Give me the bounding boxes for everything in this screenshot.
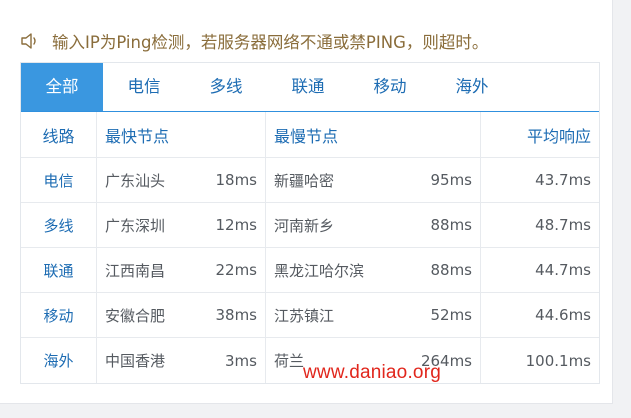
- slowest-node: 荷兰: [274, 352, 305, 370]
- table-row: 移动 安徽合肥 38ms 江苏镇江 52ms 44.6ms: [21, 293, 599, 338]
- fastest-cell: 中国香港 3ms: [96, 338, 265, 383]
- average-cell: 48.7ms: [480, 203, 599, 247]
- header-fastest: 最快节点: [96, 112, 265, 157]
- slowest-ms: 52ms: [430, 306, 472, 324]
- average-ms: 44.7ms: [535, 261, 591, 279]
- watermark: www.daniao.org: [303, 362, 441, 383]
- slowest-cell: 新疆哈密 95ms: [265, 158, 480, 202]
- slowest-cell: 江苏镇江 52ms: [265, 293, 480, 337]
- line-label: 联通: [43, 261, 74, 280]
- speaker-icon: [20, 32, 40, 50]
- average-ms: 43.7ms: [535, 171, 591, 189]
- average-ms: 44.6ms: [535, 306, 591, 324]
- ping-summary-box: 全部 电信 多线 联通 移动 海外 线路 最快节点 最慢节点 平均响应 电信 广…: [20, 62, 600, 384]
- average-cell: 43.7ms: [480, 158, 599, 202]
- fastest-ms: 18ms: [215, 171, 257, 189]
- header-average: 平均响应: [480, 112, 599, 157]
- average-cell: 44.7ms: [480, 248, 599, 292]
- fastest-node: 江西南昌: [105, 261, 166, 280]
- notice-bar: 输入IP为Ping检测，若服务器网络不通或禁PING，则超时。: [20, 28, 488, 54]
- line-label: 移动: [43, 306, 74, 325]
- line-label: 多线: [43, 216, 74, 235]
- average-ms: 48.7ms: [535, 216, 591, 234]
- slowest-node: 黑龙江哈尔滨: [274, 261, 365, 280]
- slowest-ms: 88ms: [430, 216, 472, 234]
- line-label: 海外: [43, 352, 74, 370]
- fastest-ms: 3ms: [225, 351, 257, 370]
- fastest-node: 广东深圳: [105, 216, 166, 235]
- slowest-ms: 88ms: [430, 261, 472, 279]
- ping-result-panel: 输入IP为Ping检测，若服务器网络不通或禁PING，则超时。 全部 电信 多线…: [0, 0, 613, 404]
- table-header-row: 线路 最快节点 最慢节点 平均响应: [21, 112, 599, 158]
- table-row: 多线 广东深圳 12ms 河南新乡 88ms 48.7ms: [21, 203, 599, 248]
- line-tabs: 全部 电信 多线 联通 移动 海外: [21, 63, 599, 112]
- fastest-node: 安徽合肥: [105, 306, 166, 325]
- tab-overseas[interactable]: 海外: [431, 63, 513, 111]
- table-row: 联通 江西南昌 22ms 黑龙江哈尔滨 88ms 44.7ms: [21, 248, 599, 293]
- fastest-node: 中国香港: [105, 352, 166, 370]
- header-line: 线路: [42, 126, 75, 146]
- slowest-cell: 黑龙江哈尔滨 88ms: [265, 248, 480, 292]
- tab-unicom[interactable]: 联通: [267, 63, 349, 111]
- table-row: 电信 广东汕头 18ms 新疆哈密 95ms 43.7ms: [21, 158, 599, 203]
- slowest-ms: 95ms: [430, 171, 472, 189]
- ping-summary-table: 线路 最快节点 最慢节点 平均响应 电信 广东汕头 18ms 新疆哈密 95ms…: [21, 112, 599, 383]
- fastest-cell: 江西南昌 22ms: [96, 248, 265, 292]
- fastest-ms: 38ms: [215, 306, 257, 324]
- fastest-node: 广东汕头: [105, 171, 166, 190]
- tab-multiline[interactable]: 多线: [185, 63, 267, 111]
- fastest-cell: 广东深圳 12ms: [96, 203, 265, 247]
- line-label: 电信: [43, 171, 74, 190]
- tab-telecom[interactable]: 电信: [103, 63, 185, 111]
- tab-mobile[interactable]: 移动: [349, 63, 431, 111]
- average-cell: 100.1ms: [480, 338, 599, 383]
- tab-all[interactable]: 全部: [21, 63, 103, 111]
- fastest-cell: 安徽合肥 38ms: [96, 293, 265, 337]
- header-slowest: 最慢节点: [265, 112, 480, 157]
- slowest-node: 新疆哈密: [274, 171, 335, 190]
- notice-text: 输入IP为Ping检测，若服务器网络不通或禁PING，则超时。: [52, 33, 489, 52]
- slowest-node: 江苏镇江: [274, 306, 335, 325]
- fastest-ms: 12ms: [215, 216, 257, 234]
- fastest-ms: 22ms: [215, 261, 257, 279]
- slowest-node: 河南新乡: [274, 216, 335, 235]
- fastest-cell: 广东汕头 18ms: [96, 158, 265, 202]
- average-cell: 44.6ms: [480, 293, 599, 337]
- average-ms: 100.1ms: [525, 351, 591, 370]
- slowest-cell: 河南新乡 88ms: [265, 203, 480, 247]
